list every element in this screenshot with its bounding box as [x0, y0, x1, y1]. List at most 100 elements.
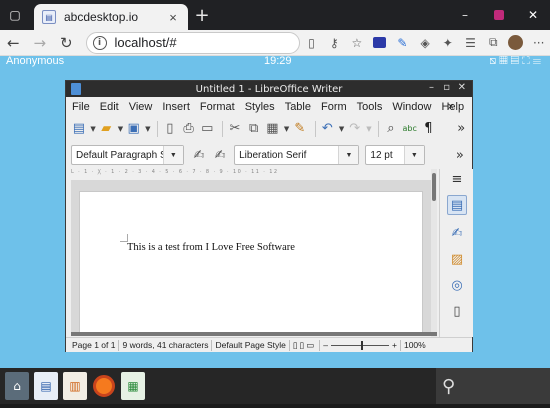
save-icon[interactable]: ▣: [126, 119, 142, 138]
profile-avatar-icon[interactable]: [505, 30, 528, 56]
sidebar-properties-icon[interactable]: ▤: [447, 195, 467, 215]
forward-icon[interactable]: →: [27, 30, 54, 56]
new-tab-button[interactable]: +: [188, 5, 216, 26]
zoom-in-button[interactable]: +: [392, 340, 397, 350]
close-window-button[interactable]: ✕: [516, 0, 550, 30]
redo-icon[interactable]: ↷: [347, 119, 363, 138]
zoom-slider[interactable]: [331, 340, 389, 350]
extension-chart-icon[interactable]: [368, 30, 391, 56]
writer-minimize-button[interactable]: –: [429, 82, 434, 93]
impress-dock-icon[interactable]: ▥: [63, 372, 87, 400]
menu-edit[interactable]: Edit: [100, 101, 119, 113]
menu-view[interactable]: View: [129, 101, 153, 113]
browser-tab[interactable]: ▤ abcdesktop.io ×: [34, 4, 188, 30]
open-dropdown-icon[interactable]: ▼: [117, 119, 124, 138]
writer-maximize-button[interactable]: ▫: [443, 82, 450, 93]
key-icon[interactable]: ⚷: [323, 30, 346, 56]
view-layout-icon[interactable]: ▯▯▭: [293, 340, 316, 351]
find-replace-icon[interactable]: ⌕: [383, 119, 399, 138]
print-icon[interactable]: ⎙: [181, 119, 197, 138]
chevron-down-icon[interactable]: ▼: [162, 146, 183, 164]
sidebar-gallery-icon[interactable]: ▨: [447, 249, 467, 269]
menu-styles[interactable]: Styles: [245, 101, 275, 113]
user-name[interactable]: Anonymous: [6, 55, 64, 67]
horizontal-scrollbar[interactable]: [71, 332, 437, 336]
font-name-combo[interactable]: Liberation Serif ▼: [234, 145, 360, 165]
extension-puzzle-icon[interactable]: ◈: [414, 30, 437, 56]
menu-window[interactable]: Window: [392, 101, 431, 113]
reload-icon[interactable]: ↻: [53, 30, 80, 56]
minimize-button[interactable]: –: [448, 0, 482, 30]
formatting-marks-icon[interactable]: ¶: [421, 119, 437, 138]
address-url[interactable]: localhost/#: [115, 35, 177, 50]
new-document-icon[interactable]: ▤: [71, 119, 87, 138]
print-preview-icon[interactable]: ▭: [199, 119, 215, 138]
horizontal-ruler[interactable]: L · 1 · ╳ · 1 · 2 · 3 · 4 · 5 · 6 · 7 · …: [71, 169, 431, 181]
network-icon[interactable]: ⧅: [489, 55, 499, 67]
writer-title-bar[interactable]: Untitled 1 - LibreOffice Writer – ▫ ✕: [66, 81, 472, 97]
extension-pen-icon[interactable]: ✎: [391, 30, 414, 56]
sidebar-page-icon[interactable]: ▯: [447, 301, 467, 321]
new-style-icon[interactable]: ✍: [211, 146, 229, 165]
open-folder-icon[interactable]: ▰: [98, 119, 114, 138]
grid-icon[interactable]: ▦: [499, 55, 510, 67]
search-icon[interactable]: ⚲: [442, 376, 455, 397]
maximize-button[interactable]: [482, 0, 516, 30]
export-pdf-icon[interactable]: ▯: [162, 119, 178, 138]
favorites-bar-icon[interactable]: ☰: [459, 30, 482, 56]
formatting-overflow-button[interactable]: »: [451, 146, 469, 165]
collections-icon[interactable]: ⧉: [482, 30, 505, 56]
paragraph-style-combo[interactable]: Default Paragraph St ▼: [71, 145, 184, 165]
copy-icon[interactable]: ⧉: [246, 119, 262, 138]
fullscreen-icon[interactable]: ⛶: [522, 55, 533, 67]
chevron-down-icon[interactable]: ▼: [403, 146, 424, 164]
favorite-icon[interactable]: ☆: [346, 30, 369, 56]
writer-close-button[interactable]: ✕: [458, 82, 466, 93]
document-page[interactable]: This is a test from I Love Free Software: [79, 191, 423, 333]
word-count[interactable]: 9 words, 41 characters: [122, 340, 208, 350]
files-icon[interactable]: ▤: [511, 55, 522, 67]
menu-form[interactable]: Form: [321, 101, 347, 113]
document-text[interactable]: This is a test from I Love Free Software: [127, 242, 295, 253]
window-menu-icon[interactable]: ▢: [0, 0, 30, 30]
save-dropdown-icon[interactable]: ▼: [145, 119, 152, 138]
zoom-level[interactable]: 100%: [404, 340, 426, 350]
tab-close-button[interactable]: ×: [166, 10, 180, 25]
address-bar[interactable]: i localhost/#: [85, 31, 301, 54]
page-style[interactable]: Default Page Style: [215, 340, 285, 350]
spelling-icon[interactable]: abc: [402, 119, 418, 138]
home-icon[interactable]: ⌂: [5, 372, 29, 400]
menu-insert[interactable]: Insert: [162, 101, 190, 113]
vertical-scrollbar[interactable]: [431, 169, 437, 337]
more-options-icon[interactable]: ···: [527, 30, 550, 56]
undo-icon[interactable]: ↶: [319, 119, 335, 138]
paste-dropdown-icon[interactable]: ▼: [283, 119, 290, 138]
zoom-slider-thumb[interactable]: [361, 340, 363, 350]
system-tray[interactable]: ⧅▦▤⛶☰: [489, 55, 544, 68]
update-style-icon[interactable]: ✍: [190, 146, 208, 165]
site-info-icon[interactable]: i: [92, 35, 107, 50]
sidebar-menu-icon[interactable]: ≡: [447, 169, 467, 189]
menu-format[interactable]: Format: [200, 101, 235, 113]
dock-search[interactable]: ⚲: [436, 368, 550, 404]
firefox-icon[interactable]: [92, 372, 116, 400]
font-size-combo[interactable]: 12 pt ▼: [365, 145, 425, 165]
calc-dock-icon[interactable]: ▦: [121, 372, 145, 400]
chevron-down-icon[interactable]: ▼: [338, 146, 359, 164]
zoom-out-button[interactable]: –: [323, 340, 328, 350]
scrollbar-thumb[interactable]: [432, 173, 436, 201]
menu-table[interactable]: Table: [285, 101, 311, 113]
writer-dock-icon[interactable]: ▤: [34, 372, 58, 400]
redo-dropdown-icon[interactable]: ▼: [366, 119, 373, 138]
clipboard-icon[interactable]: ▯: [300, 30, 323, 56]
extensions-icon[interactable]: ✦: [436, 30, 459, 56]
toolbar-overflow-button[interactable]: »: [453, 119, 469, 138]
page-count[interactable]: Page 1 of 1: [72, 340, 115, 350]
cut-icon[interactable]: ✂: [227, 119, 243, 138]
paste-icon[interactable]: ▦: [265, 119, 281, 138]
sidebar-navigator-icon[interactable]: ◎: [447, 275, 467, 295]
clone-formatting-icon[interactable]: ✎: [292, 119, 308, 138]
undo-dropdown-icon[interactable]: ▼: [338, 119, 345, 138]
menu-file[interactable]: File: [72, 101, 90, 113]
document-close-button[interactable]: ×: [448, 101, 454, 113]
